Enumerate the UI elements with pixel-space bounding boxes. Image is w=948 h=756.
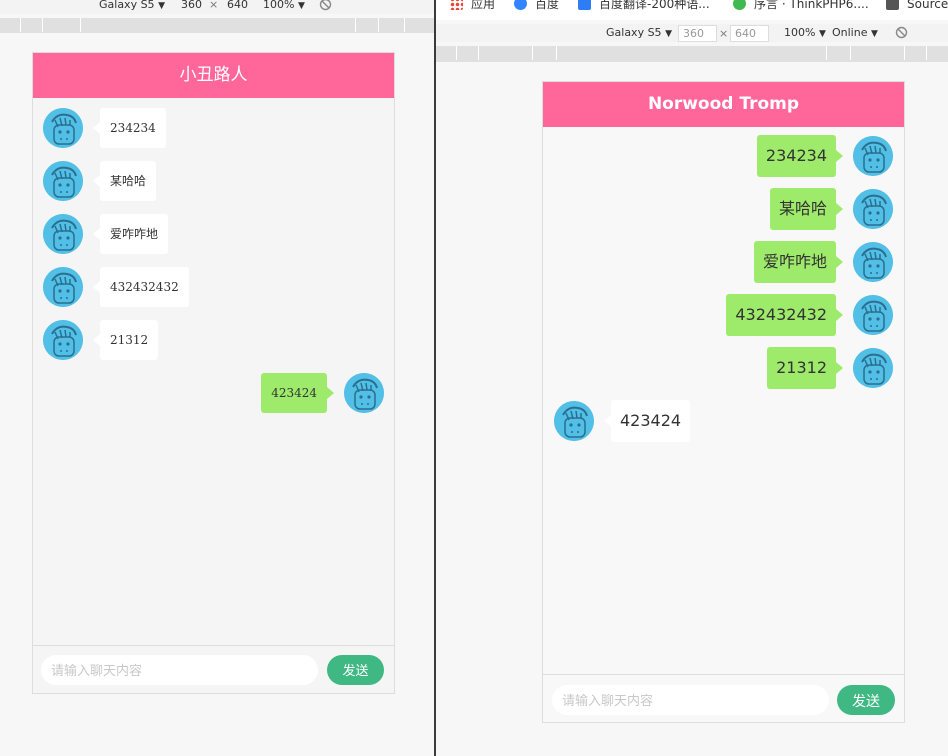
zoom-value: 100%: [784, 26, 816, 39]
left-browser-pane: Galaxy S5 ▼ 360 × 640 100% ▼ 小丑路人 234234…: [0, 0, 434, 756]
message-row: 爱咋咋地: [543, 241, 904, 283]
avatar[interactable]: [853, 348, 893, 388]
bookmark-label: Source: [907, 0, 948, 11]
throttle-value: Online: [832, 26, 868, 39]
message-row: 423424: [543, 400, 904, 442]
avatar[interactable]: [554, 401, 594, 441]
device-height[interactable]: 640: [227, 0, 248, 13]
chevron-down-icon: ▼: [297, 1, 305, 11]
chat-title: 小丑路人: [33, 53, 394, 98]
message-bubble: 某哈哈: [769, 188, 844, 230]
device-toolbar: Galaxy S5 ▼ 360 × 640 100% ▼ Online ▼: [436, 24, 948, 42]
bookmark-thinkphp[interactable]: 序言 · ThinkPHP6....: [733, 0, 869, 12]
bookmark-baidu-translate[interactable]: 百度翻译-200种语...: [578, 0, 710, 12]
device-width[interactable]: 360: [678, 25, 717, 42]
send-button[interactable]: 发送: [327, 655, 384, 685]
rotate-icon[interactable]: [319, 0, 332, 16]
message-row: 234234: [33, 108, 394, 148]
media-query-ruler: [436, 46, 948, 62]
device-select[interactable]: Galaxy S5 ▼: [606, 25, 672, 42]
bookmark-baidu[interactable]: 百度: [514, 0, 559, 12]
avatar[interactable]: [43, 214, 83, 254]
times-sign: ×: [209, 0, 219, 11]
avatar[interactable]: [853, 189, 893, 229]
chevron-down-icon: ▼: [158, 1, 165, 11]
avatar[interactable]: [853, 242, 893, 282]
source-icon: [886, 0, 899, 10]
device-width[interactable]: 360: [181, 0, 202, 13]
times-sign: ×: [719, 27, 729, 40]
baidu-paw-icon: [514, 0, 527, 10]
bookmark-source[interactable]: Source: [886, 0, 948, 12]
baidu-translate-icon: [578, 0, 591, 10]
bookmark-label: 百度翻译-200种语...: [599, 0, 710, 11]
device-name: Galaxy S5: [99, 0, 155, 11]
chevron-down-icon: ▼: [818, 29, 826, 39]
device-toolbar: Galaxy S5 ▼ 360 × 640 100% ▼: [0, 0, 434, 14]
bookmarks-bar: 应用 百度 百度翻译-200种语... 序言 · ThinkPHP6.... S…: [436, 0, 948, 20]
zoom-select[interactable]: 100% ▼: [263, 0, 305, 14]
chat-input[interactable]: [552, 685, 829, 715]
avatar[interactable]: [853, 295, 893, 335]
chat-input[interactable]: [41, 655, 318, 685]
device-name: Galaxy S5: [606, 26, 662, 39]
thinkphp-icon: [733, 0, 746, 10]
message-row: 432432432: [543, 294, 904, 336]
chat-title: Norwood Tromp: [543, 82, 904, 127]
chat-input-bar: 发送: [33, 645, 394, 693]
message-bubble: 某哈哈: [92, 161, 157, 201]
chat-screen: Norwood Tromp 234234 某哈哈爱咋咋地 432432432 2131…: [542, 81, 905, 723]
apps-grid-icon: [450, 0, 463, 10]
zoom-value: 100%: [263, 0, 295, 11]
bookmark-label: 百度: [535, 0, 560, 11]
avatar[interactable]: [43, 267, 83, 307]
message-row: 234234: [543, 135, 904, 177]
message-bubble: 432432432: [726, 294, 843, 336]
avatar[interactable]: [43, 108, 83, 148]
message-bubble: 234234: [756, 135, 844, 177]
message-row: 21312: [33, 320, 394, 360]
message-row: 423424: [33, 373, 394, 413]
message-bubble: 432432432: [93, 267, 189, 307]
zoom-select[interactable]: 100% ▼: [784, 25, 826, 42]
bookmark-apps[interactable]: 应用: [450, 0, 495, 12]
throttle-select[interactable]: Online ▼: [832, 25, 878, 42]
send-button[interactable]: 发送: [837, 685, 895, 715]
right-browser-pane: 应用 百度 百度翻译-200种语... 序言 · ThinkPHP6.... S…: [436, 0, 948, 756]
chat-screen: 小丑路人 234234 某哈哈爱咋咋地 432432432 21312 423424 发…: [32, 52, 395, 694]
message-row: 爱咋咋地: [33, 214, 394, 254]
message-bubble: 爱咋咋地: [92, 214, 169, 254]
message-row: 某哈哈: [543, 188, 904, 230]
message-bubble: 234234: [93, 108, 166, 148]
bookmark-label: 序言 · ThinkPHP6....: [754, 0, 869, 11]
message-bubble: 423424: [603, 400, 691, 442]
device-select[interactable]: Galaxy S5 ▼: [99, 0, 165, 14]
message-row: 21312: [543, 347, 904, 389]
message-row: 432432432: [33, 267, 394, 307]
avatar[interactable]: [344, 373, 384, 413]
media-query-ruler: [0, 18, 434, 33]
chevron-down-icon: ▼: [665, 29, 672, 39]
avatar[interactable]: [43, 161, 83, 201]
avatar[interactable]: [43, 320, 83, 360]
message-bubble: 21312: [92, 320, 159, 360]
bookmark-label: 应用: [471, 0, 496, 11]
message-bubble: 423424: [261, 373, 334, 413]
rotate-icon[interactable]: [895, 26, 908, 44]
avatar[interactable]: [853, 136, 893, 176]
message-bubble: 21312: [767, 347, 843, 389]
chevron-down-icon: ▼: [870, 29, 878, 39]
message-row: 某哈哈: [33, 161, 394, 201]
chat-input-bar: 发送: [543, 674, 904, 722]
device-height[interactable]: 640: [730, 25, 769, 42]
message-bubble: 爱咋咋地: [753, 241, 844, 283]
